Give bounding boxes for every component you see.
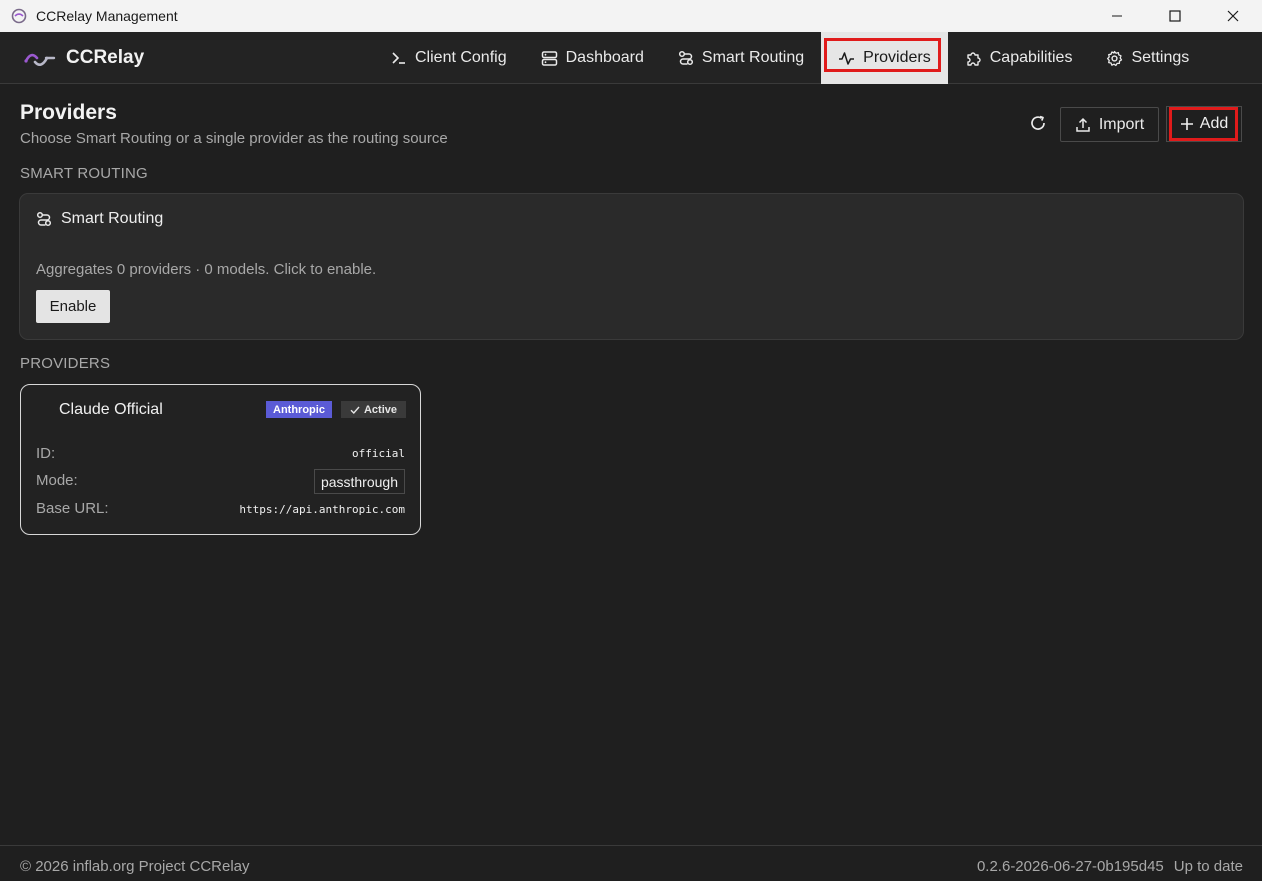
- check-icon: [350, 406, 360, 414]
- import-label: Import: [1098, 115, 1145, 133]
- nav-label: Dashboard: [565, 49, 644, 66]
- provider-card[interactable]: Claude Official Anthropic Active ID: off…: [20, 384, 421, 535]
- terminal-icon: [392, 52, 405, 64]
- nav-label: Client Config: [415, 49, 507, 66]
- smart-routing-description: Aggregates 0 providers · 0 models. Click…: [36, 261, 377, 278]
- puzzle-icon: [967, 51, 981, 66]
- nav-label: Smart Routing: [701, 49, 805, 66]
- status-badge: Active: [341, 401, 406, 418]
- brand-name: CCRelay: [66, 47, 145, 68]
- nav-label: Settings: [1131, 49, 1190, 66]
- nav-smart-routing[interactable]: Smart Routing: [661, 32, 821, 84]
- footer: © 2026 inflab.org Project CCRelay 0.2.6-…: [0, 845, 1262, 881]
- gear-icon: [1107, 50, 1123, 66]
- smart-routing-title: Smart Routing: [61, 210, 164, 227]
- nav-capabilities[interactable]: Capabilities: [948, 32, 1090, 84]
- nav-label: Capabilities: [989, 49, 1073, 66]
- upload-icon: [1076, 117, 1090, 132]
- brand[interactable]: CCRelay: [22, 32, 144, 84]
- refresh-button[interactable]: [1024, 109, 1052, 137]
- provider-name: Claude Official: [59, 401, 163, 418]
- copyright: © 2026 inflab.org Project CCRelay: [20, 858, 250, 875]
- provider-type-badge: Anthropic: [266, 401, 332, 418]
- nav-settings[interactable]: Settings: [1089, 32, 1206, 84]
- close-icon: [1227, 10, 1239, 22]
- nav-providers[interactable]: Providers: [821, 32, 948, 84]
- window-controls: [1088, 0, 1262, 32]
- nav-client-config[interactable]: Client Config: [374, 32, 524, 84]
- refresh-icon: [1031, 115, 1045, 130]
- page-title: Providers: [20, 101, 117, 124]
- mode-label: Mode:: [36, 472, 78, 489]
- highlight-box: [1169, 107, 1238, 141]
- smart-routing-card-header: Smart Routing: [36, 210, 163, 228]
- minimize-button[interactable]: [1088, 0, 1146, 32]
- section-label-providers: PROVIDERS: [20, 355, 111, 372]
- nav-dashboard[interactable]: Dashboard: [524, 32, 661, 84]
- provider-base-url: https://api.anthropic.com: [239, 503, 405, 516]
- ccrelay-logo-icon: [24, 53, 56, 67]
- minimize-icon: [1112, 15, 1122, 17]
- window-titlebar: CCRelay Management: [0, 0, 1262, 32]
- smart-routing-card[interactable]: Smart Routing Aggregates 0 providers · 0…: [19, 193, 1244, 340]
- route-icon: [678, 50, 693, 66]
- base-url-label: Base URL:: [36, 500, 109, 517]
- enable-button[interactable]: Enable: [36, 290, 110, 323]
- provider-mode: passthrough: [313, 469, 405, 494]
- main-nav: Client Config Dashboard Smart Routing Pr…: [374, 32, 1206, 84]
- page-subtitle: Choose Smart Routing or a single provide…: [20, 130, 448, 147]
- import-button[interactable]: Import: [1060, 107, 1159, 142]
- version: 0.2.6-2026-06-27-0b195d45: [976, 858, 1164, 875]
- app-icon: [11, 8, 27, 24]
- server-icon: [541, 50, 557, 66]
- status-label: Active: [363, 403, 398, 416]
- update-status: Up to date: [1173, 858, 1243, 875]
- maximize-button[interactable]: [1146, 0, 1204, 32]
- maximize-icon: [1169, 10, 1181, 22]
- close-window-button[interactable]: [1204, 0, 1262, 32]
- app-header: CCRelay Client Config Dashboard Smart Ro…: [0, 32, 1262, 84]
- highlight-box: [824, 38, 941, 72]
- id-label: ID:: [36, 445, 56, 462]
- provider-id: official: [352, 447, 405, 460]
- version-info: 0.2.6-2026-06-27-0b195d45 Up to date: [977, 858, 1243, 875]
- add-provider-button[interactable]: Add: [1166, 106, 1242, 142]
- route-icon: [36, 211, 52, 227]
- section-label-smart-routing: SMART ROUTING: [20, 165, 148, 182]
- window-title: CCRelay Management: [36, 8, 178, 24]
